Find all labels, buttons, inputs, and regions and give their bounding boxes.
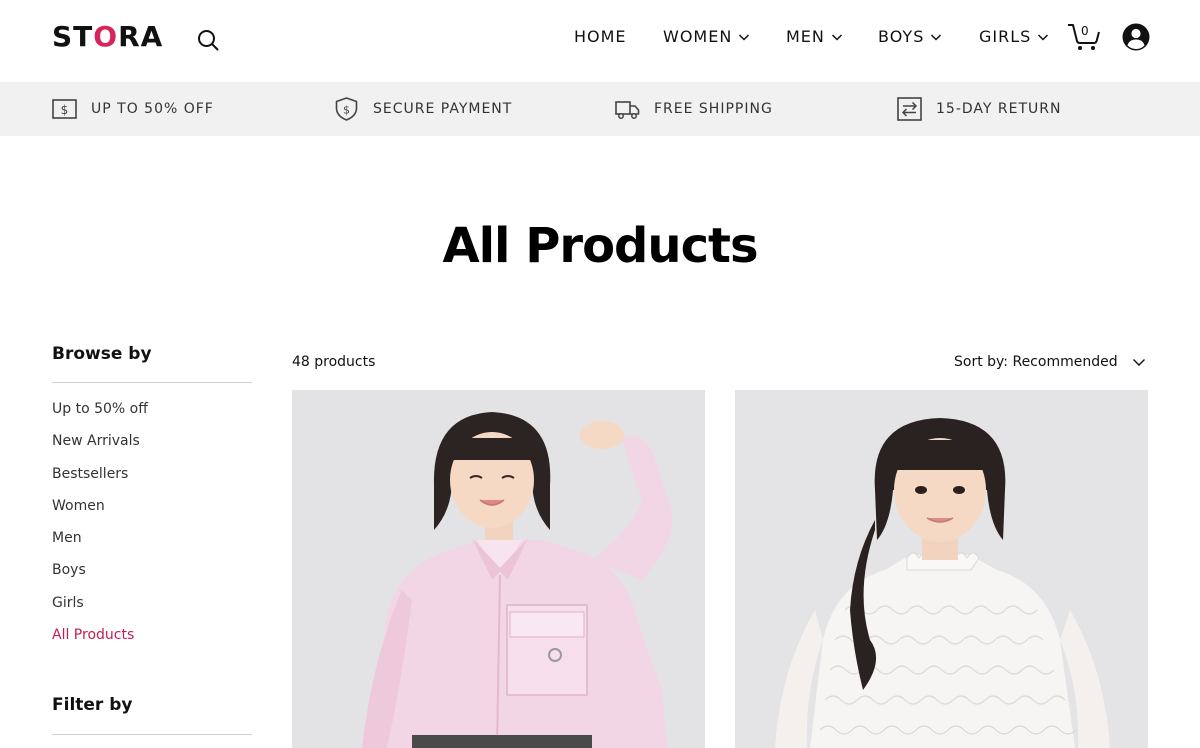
benefit-free-shipping: FREE SHIPPING (615, 97, 773, 121)
logo-text-start: ST (52, 20, 94, 53)
browse-item-women[interactable]: Women (52, 495, 252, 527)
logo-text-end: RA (118, 20, 164, 53)
benefit-return-label: 15-DAY RETURN (936, 101, 1062, 117)
chevron-down-icon (931, 34, 942, 41)
benefit-discount: $ UP TO 50% OFF (52, 97, 214, 121)
sort-dropdown[interactable]: Sort by: Recommended (954, 351, 1146, 373)
browse-item-all-products[interactable]: All Products (52, 624, 252, 656)
benefit-free-shipping-label: FREE SHIPPING (654, 101, 773, 117)
nav-women-label: WOMEN (663, 27, 733, 46)
benefit-secure-payment-label: SECURE PAYMENT (373, 101, 513, 117)
dollar-bill-icon: $ (52, 99, 77, 119)
filter-heading: Filter by (52, 693, 252, 735)
browse-item-sale[interactable]: Up to 50% off (52, 398, 252, 430)
shield-dollar-icon: $ (335, 97, 358, 121)
benefits-bar: $ UP TO 50% OFF $ SECURE PAYMENT FREE SH… (0, 82, 1200, 136)
nav-boys[interactable]: BOYS (878, 26, 942, 48)
site-header: STORA HOME WOMEN MEN BOYS GIRLS 0 (0, 0, 1200, 82)
nav-home[interactable]: HOME (574, 26, 627, 48)
browse-heading: Browse by (52, 342, 252, 383)
chevron-down-icon (1132, 359, 1145, 366)
page-title: All Products (442, 218, 758, 274)
browse-item-men[interactable]: Men (52, 527, 252, 559)
logo-text-accent: O (93, 20, 119, 53)
nav-boys-label: BOYS (878, 27, 925, 46)
truck-icon (615, 101, 640, 119)
svg-text:$: $ (61, 103, 69, 117)
browse-item-boys[interactable]: Boys (52, 559, 252, 591)
benefit-discount-label: UP TO 50% OFF (91, 101, 214, 117)
browse-item-new-arrivals[interactable]: New Arrivals (52, 430, 252, 462)
cart-count: 0 (1081, 24, 1089, 38)
svg-text:$: $ (343, 104, 350, 117)
nav-girls-label: GIRLS (979, 27, 1032, 46)
product-count: 48 products (292, 354, 376, 370)
browse-item-bestsellers[interactable]: Bestsellers (52, 463, 252, 495)
nav-men[interactable]: MEN (786, 26, 843, 48)
product-image (735, 390, 1148, 748)
chevron-down-icon (831, 34, 842, 41)
sort-label: Sort by: Recommended (954, 354, 1118, 370)
chevron-down-icon (1038, 34, 1049, 41)
search-icon[interactable] (197, 29, 219, 51)
stora-logo[interactable]: STORA (52, 20, 163, 54)
benefit-return: 15-DAY RETURN (897, 97, 1061, 121)
product-image (292, 390, 705, 748)
nav-home-label: HOME (574, 27, 627, 46)
account-avatar-icon[interactable] (1122, 23, 1150, 51)
browse-list: Up to 50% off New Arrivals Bestsellers W… (52, 398, 252, 656)
product-card[interactable] (735, 390, 1148, 748)
benefit-secure-payment: $ SECURE PAYMENT (334, 97, 512, 121)
product-card[interactable] (292, 390, 705, 748)
browse-sidebar: Browse by Up to 50% off New Arrivals Bes… (52, 342, 252, 656)
nav-girls[interactable]: GIRLS (979, 26, 1049, 48)
browse-item-girls[interactable]: Girls (52, 592, 252, 624)
return-arrows-icon (897, 97, 922, 121)
chevron-down-icon (739, 34, 750, 41)
nav-women[interactable]: WOMEN (663, 26, 750, 48)
nav-men-label: MEN (786, 27, 825, 46)
